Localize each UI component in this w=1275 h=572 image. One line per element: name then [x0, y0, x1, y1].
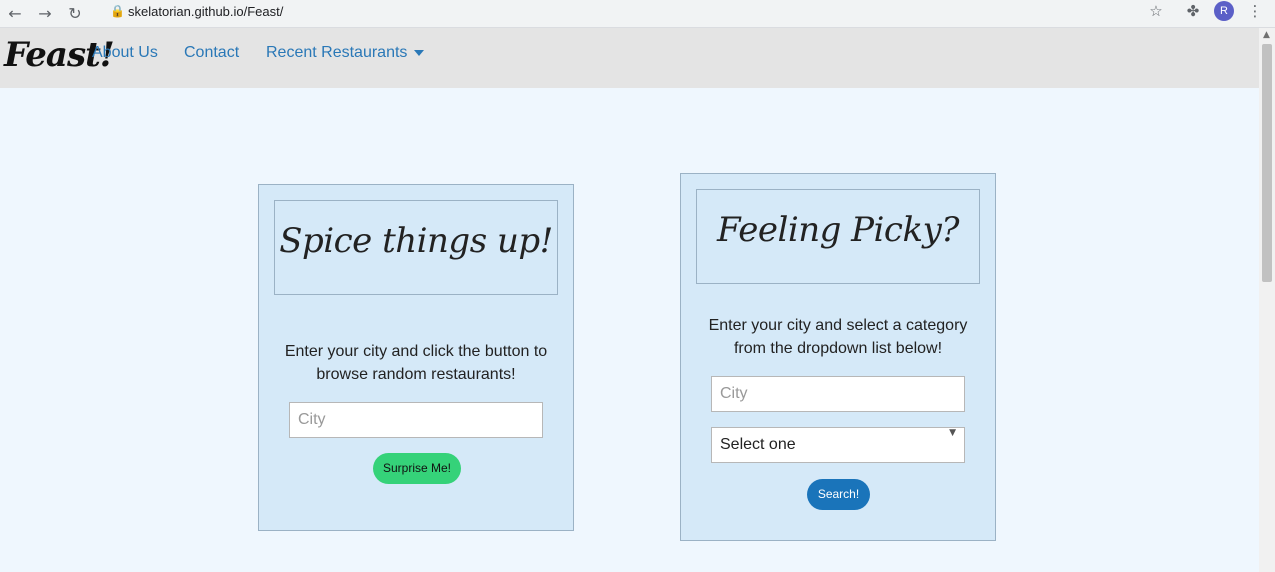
- random-card-title: Spice things up!: [279, 221, 553, 261]
- picky-city-input[interactable]: City: [711, 376, 965, 412]
- menu-dots-icon[interactable]: ⋮: [1243, 2, 1267, 24]
- browser-toolbar: ← → ↻ 🔒 skelatorian.github.io/Feast/ ☆ ✤…: [0, 0, 1275, 28]
- lock-icon: 🔒: [110, 4, 125, 18]
- page-scrollbar[interactable]: ▲: [1259, 28, 1275, 572]
- avatar[interactable]: R: [1214, 1, 1234, 21]
- caret-down-icon: [414, 49, 425, 56]
- category-select[interactable]: Select one ▼: [711, 427, 965, 463]
- scrollbar-thumb[interactable]: [1262, 44, 1272, 282]
- star-icon[interactable]: ☆: [1144, 2, 1168, 24]
- picky-card-title: Feeling Picky?: [716, 210, 960, 250]
- nav-link-about-us[interactable]: About Us: [92, 44, 158, 62]
- random-card-header: Spice things up!: [274, 200, 558, 295]
- random-card-description: Enter your city and click the button to …: [284, 343, 548, 383]
- picky-card-header: Feeling Picky?: [696, 189, 980, 284]
- random-restaurant-card: Spice things up! Enter your city and cli…: [258, 184, 574, 531]
- nav-link-recent-restaurants: Recent Restaurants: [266, 44, 408, 61]
- reload-icon[interactable]: ↻: [64, 3, 86, 25]
- scroll-up-icon[interactable]: ▲: [1263, 30, 1270, 40]
- picky-card-description: Enter your city and select a category fr…: [708, 317, 968, 357]
- picky-card: Feeling Picky? Enter your city and selec…: [680, 173, 996, 541]
- back-arrow-icon[interactable]: ←: [4, 3, 26, 25]
- puzzle-piece-icon[interactable]: ✤: [1181, 2, 1205, 24]
- select-arrow-icon: ▼: [949, 428, 956, 438]
- category-select-value: Select one: [720, 436, 796, 453]
- url-text: skelatorian.github.io/Feast/: [128, 4, 284, 19]
- nav-link-contact[interactable]: Contact: [184, 44, 239, 62]
- site-navbar: Feast! About Us Contact Recent Restauran…: [0, 28, 1259, 88]
- forward-arrow-icon[interactable]: →: [34, 3, 56, 25]
- nav-dropdown-recent-restaurants[interactable]: Recent Restaurants: [266, 44, 425, 62]
- surprise-me-button[interactable]: Surprise Me!: [373, 453, 461, 484]
- search-button[interactable]: Search!: [807, 479, 870, 510]
- random-city-input[interactable]: City: [289, 402, 543, 438]
- address-bar[interactable]: 🔒 skelatorian.github.io/Feast/: [100, 1, 1180, 23]
